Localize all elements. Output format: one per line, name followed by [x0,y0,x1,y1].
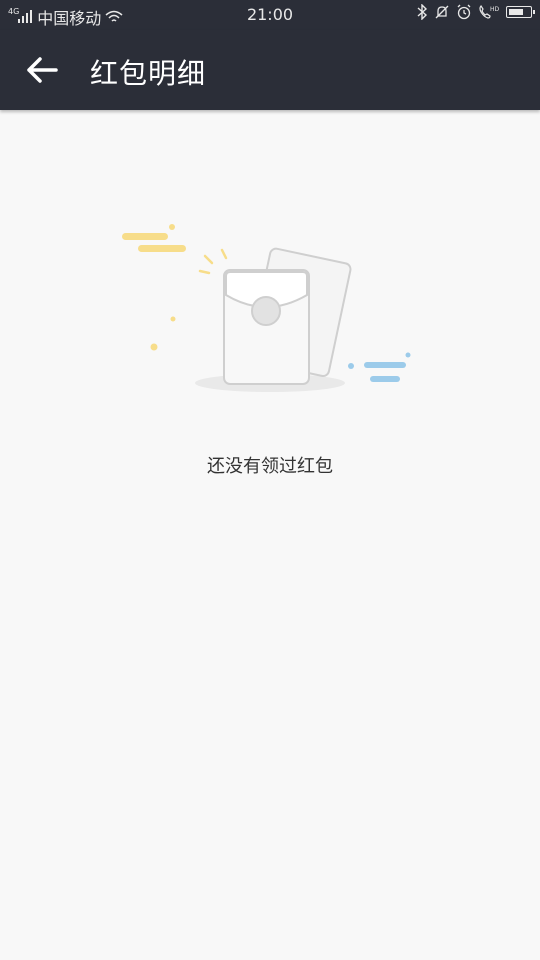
svg-text:HD: HD [490,6,500,13]
app-bar: 红包明细 [0,30,540,110]
empty-state-illustration [110,215,420,404]
battery-icon [506,6,535,18]
status-bar: 4G 中国移动 21:00 HD [0,0,540,30]
battery-level [509,9,524,15]
status-right: HD [416,4,535,20]
mute-icon [435,5,449,19]
red-envelope-icon [122,224,411,392]
page-title: 红包明细 [90,57,207,90]
arrow-left-icon [27,57,58,83]
bluetooth-icon [417,4,428,20]
back-button[interactable] [20,50,64,90]
empty-state-message: 还没有领过红包 [207,456,333,477]
hd-call-icon: HD [479,5,500,19]
alarm-icon [457,4,471,20]
